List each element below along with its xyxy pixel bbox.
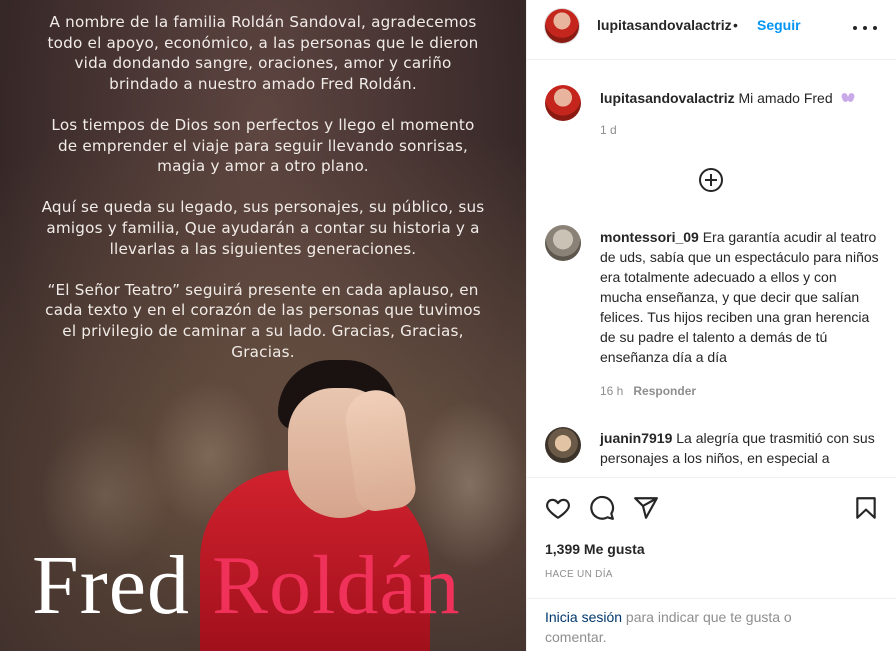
header-separator: • [733,17,738,33]
login-link[interactable]: Inicia sesión [545,609,622,625]
author-avatar[interactable] [544,8,580,44]
post-header: lupitasandovalactriz • Seguir [527,0,896,60]
comment-text: montessori_09 Era garantía acudir al tea… [600,227,880,367]
post-side-panel: lupitasandovalactriz • Seguir lupitasand… [526,0,896,651]
comment-time: 16 h [600,384,624,398]
commenter-username[interactable]: montessori_09 [600,229,699,245]
paper-plane-icon[interactable] [633,495,659,521]
commenter-avatar[interactable] [545,225,581,261]
caption-time: 1 d [600,123,617,137]
caption-text: lupitasandovalactriz Mi amado Fred [600,88,880,108]
comments-list[interactable]: lupitasandovalactriz Mi amado Fred 1 d m… [527,61,896,477]
comment-text: juanin7919 La alegría que trasmitió con … [600,428,880,468]
name-last: Roldán [211,539,461,632]
post-image[interactable]: A nombre de la familia Roldán Sandoval, … [0,0,526,651]
login-prompt-text: Inicia sesión para indicar que te gusta … [545,607,845,647]
follow-button[interactable]: Seguir [757,17,801,33]
commenter-avatar[interactable] [545,427,581,463]
name-first: Fred [32,539,190,632]
caption-username[interactable]: lupitasandovalactriz [600,90,735,106]
comment-bubble-icon[interactable] [589,495,615,521]
caption-avatar[interactable] [545,85,581,121]
post-time-ago: HACE UN DÍA [545,569,613,580]
likes-count[interactable]: 1,399 Me gusta [545,541,645,557]
login-prompt: Inicia sesión para indicar que te gusta … [527,598,896,650]
tribute-paragraph: “El Señor Teatro” seguirá presente en ca… [45,280,481,361]
reply-button[interactable]: Responder [633,384,696,398]
load-more-comments-icon[interactable] [697,166,725,194]
caption-body: Mi amado Fred [738,90,833,106]
tribute-paragraph: Aquí se queda su legado, sus personajes,… [41,198,485,258]
tribute-message: A nombre de la familia Roldán Sandoval, … [40,12,486,383]
tribute-paragraph: Los tiempos de Dios son perfectos y lleg… [51,115,475,176]
author-username[interactable]: lupitasandovalactriz [597,17,732,33]
memorial-name-title: Fred Roldán [32,536,461,636]
more-options-icon[interactable] [853,18,877,38]
post-actions: 1,399 Me gusta HACE UN DÍA Inicia sesión… [527,477,896,648]
tribute-paragraph: A nombre de la familia Roldán Sandoval, … [47,13,479,93]
comment-body: Era garantía acudir al teatro de uds, sa… [600,229,879,365]
comment-meta: 16 h Responder [600,384,696,398]
commenter-username[interactable]: juanin7919 [600,430,672,446]
ribbon-bow-icon [841,91,855,105]
bookmark-icon[interactable] [853,495,879,521]
heart-icon[interactable] [545,495,571,521]
